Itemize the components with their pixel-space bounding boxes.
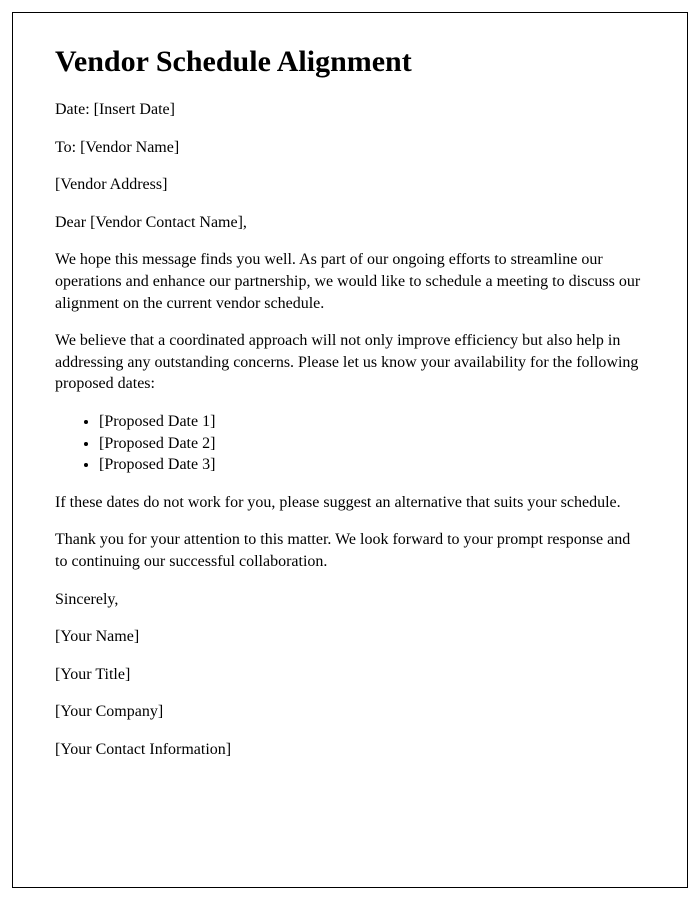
signature-name: [Your Name] (55, 626, 645, 648)
date-line: Date: [Insert Date] (55, 99, 645, 121)
address-line: [Vendor Address] (55, 174, 645, 196)
body-paragraph-2: We believe that a coordinated approach w… (55, 330, 645, 395)
list-item: [Proposed Date 3] (99, 454, 645, 476)
document-frame: Vendor Schedule Alignment Date: [Insert … (12, 12, 688, 888)
to-line: To: [Vendor Name] (55, 137, 645, 159)
body-paragraph-4: Thank you for your attention to this mat… (55, 529, 645, 572)
list-item: [Proposed Date 2] (99, 433, 645, 455)
proposed-dates-list: [Proposed Date 1] [Proposed Date 2] [Pro… (99, 411, 645, 476)
document-title: Vendor Schedule Alignment (55, 45, 645, 79)
body-paragraph-1: We hope this message finds you well. As … (55, 249, 645, 314)
salutation: Dear [Vendor Contact Name], (55, 212, 645, 234)
body-paragraph-3: If these dates do not work for you, plea… (55, 492, 645, 514)
signature-company: [Your Company] (55, 701, 645, 723)
list-item: [Proposed Date 1] (99, 411, 645, 433)
signature-contact: [Your Contact Information] (55, 739, 645, 761)
closing: Sincerely, (55, 589, 645, 611)
signature-title: [Your Title] (55, 664, 645, 686)
